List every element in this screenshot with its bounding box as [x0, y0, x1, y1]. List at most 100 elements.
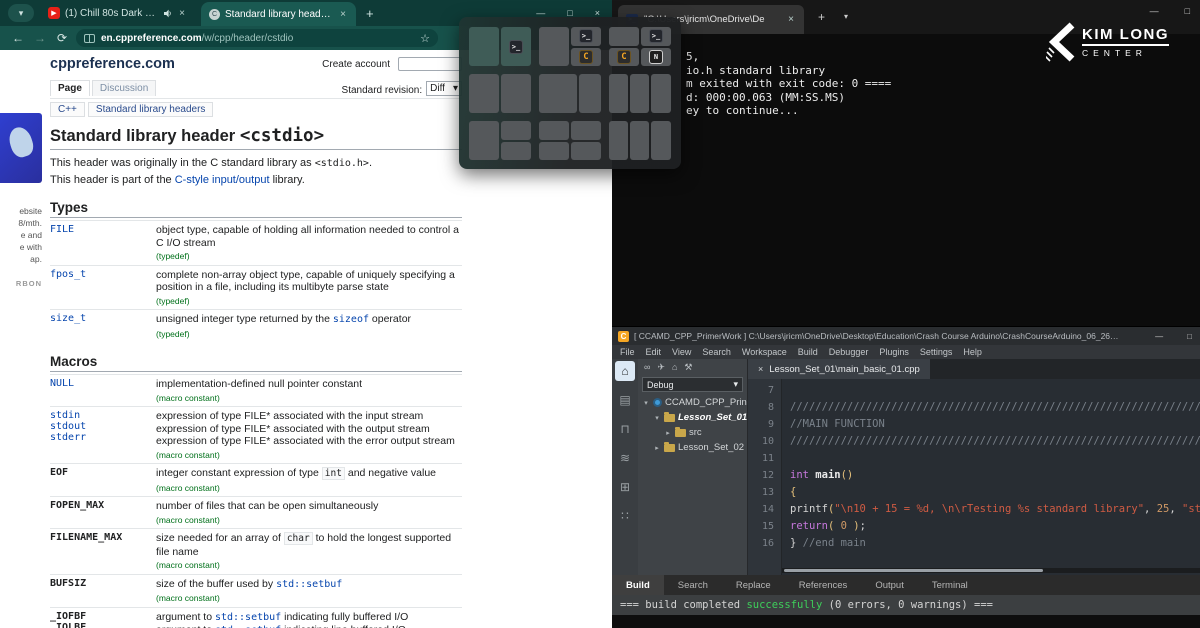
- expand-chevron-icon[interactable]: ▾: [642, 399, 650, 407]
- layers-icon[interactable]: ≋: [615, 448, 635, 468]
- browser-tab-cppreference[interactable]: C Standard library header <cstdio ×: [201, 2, 356, 26]
- collapse-home-icon[interactable]: ⌂: [672, 362, 677, 373]
- folder-icon[interactable]: ▤: [615, 390, 635, 410]
- snap-layout-option-3[interactable]: >_CN: [609, 27, 671, 66]
- snap-zone[interactable]: [630, 121, 649, 160]
- tab-search-button[interactable]: ▾: [8, 4, 34, 22]
- tree-item-lesson_set_02[interactable]: ▸Lesson_Set_02: [638, 440, 747, 455]
- bottom-tab-build[interactable]: Build: [612, 575, 664, 595]
- address-bar[interactable]: en.cppreference.com/w/cpp/header/cstdio …: [76, 29, 438, 47]
- menu-file[interactable]: File: [620, 347, 635, 357]
- terminal-dropdown-icon[interactable]: ▾: [844, 12, 848, 21]
- snap-zone[interactable]: [609, 121, 628, 160]
- close-tab-icon[interactable]: ×: [338, 9, 348, 20]
- snap-zone[interactable]: C: [609, 48, 639, 67]
- snap-layout-option-4[interactable]: [469, 74, 531, 113]
- snap-zone[interactable]: [501, 74, 531, 113]
- breadcrumb-headers[interactable]: Standard library headers: [88, 102, 214, 117]
- snap-layout-option-1[interactable]: >_: [469, 27, 531, 66]
- browser-tab-youtube[interactable]: ▶ (1) Chill 80s Dark Fantas ×: [40, 1, 195, 25]
- std-revision-select[interactable]: Diff ▾: [426, 81, 462, 96]
- snap-zone[interactable]: [539, 27, 569, 66]
- symbol-name[interactable]: stdout: [50, 421, 156, 432]
- expand-chevron-icon[interactable]: ▸: [653, 444, 661, 452]
- snap-zone[interactable]: >_: [501, 27, 531, 66]
- snap-zone[interactable]: [539, 74, 577, 113]
- hierarchy-icon[interactable]: ⊞: [615, 477, 635, 497]
- snap-layout-option-5[interactable]: [539, 74, 601, 113]
- snap-zone[interactable]: N: [641, 48, 671, 67]
- snap-zone[interactable]: [539, 142, 569, 161]
- scrollbar-thumb[interactable]: [784, 569, 1043, 572]
- menu-edit[interactable]: Edit: [646, 347, 662, 357]
- symbol-name[interactable]: fpos_t: [50, 269, 156, 280]
- site-info-icon[interactable]: [84, 34, 95, 43]
- editor-tab[interactable]: × Lesson_Set_01\main_basic_01.cpp: [748, 359, 930, 379]
- tree-item-ccamd_cpp_prin[interactable]: ▾CCAMD_CPP_Prin: [638, 395, 747, 410]
- symbol-name[interactable]: size_t: [50, 313, 156, 324]
- snap-zone[interactable]: [579, 74, 601, 113]
- tab-discussion[interactable]: Discussion: [92, 80, 156, 96]
- refactor-icon[interactable]: ∷: [615, 506, 635, 526]
- snap-layout-option-7[interactable]: [469, 121, 531, 160]
- bookmark-star-icon[interactable]: ☆: [420, 32, 430, 45]
- close-tab-icon[interactable]: ×: [786, 14, 796, 25]
- symbol-name[interactable]: stdin: [50, 410, 156, 421]
- bottom-tab-replace[interactable]: Replace: [722, 575, 785, 595]
- snap-zone[interactable]: [651, 121, 671, 160]
- snap-layout-option-9[interactable]: [609, 121, 671, 160]
- snap-zone[interactable]: [469, 121, 499, 160]
- snap-zone[interactable]: [630, 74, 649, 113]
- build-config-select[interactable]: Debug ▾: [642, 377, 743, 392]
- breadcrumb-cpp[interactable]: C++: [50, 102, 85, 117]
- bottom-tab-terminal[interactable]: Terminal: [918, 575, 982, 595]
- ad-image[interactable]: [0, 113, 42, 183]
- snap-zone[interactable]: [571, 121, 601, 140]
- symbol-name[interactable]: FILE: [50, 224, 156, 235]
- send-icon[interactable]: ✈: [657, 362, 665, 373]
- terminal-output[interactable]: 5,io.h standard librarym exited with exi…: [612, 34, 1200, 326]
- forward-button[interactable]: →: [32, 31, 48, 45]
- build-settings-icon[interactable]: ⚒: [684, 362, 692, 373]
- minimize-button[interactable]: —: [1150, 6, 1159, 16]
- bottom-tab-search[interactable]: Search: [664, 575, 722, 595]
- close-file-icon[interactable]: ×: [758, 364, 763, 374]
- close-tab-icon[interactable]: ×: [177, 8, 187, 19]
- snap-layout-option-6[interactable]: [609, 74, 671, 113]
- carbon-ad[interactable]: ebsite8/mth.e ande withap. RBON: [0, 113, 46, 288]
- expand-chevron-icon[interactable]: ▸: [664, 429, 672, 437]
- maximize-button[interactable]: □: [1187, 332, 1192, 341]
- tab-page[interactable]: Page: [50, 80, 90, 96]
- code-editor[interactable]: ////////////////////////////////////////…: [782, 379, 1200, 575]
- snap-layout-option-8[interactable]: [539, 121, 601, 160]
- snap-zone[interactable]: [469, 74, 499, 113]
- bottom-tab-references[interactable]: References: [785, 575, 862, 595]
- link-editor-icon[interactable]: ∞: [644, 362, 650, 373]
- menu-help[interactable]: Help: [963, 347, 982, 357]
- new-tab-button[interactable]: +: [366, 6, 374, 21]
- horizontal-scrollbar[interactable]: [782, 568, 1200, 573]
- menu-settings[interactable]: Settings: [920, 347, 953, 357]
- maximize-button[interactable]: □: [1185, 6, 1190, 16]
- snap-layout-option-2[interactable]: >_C: [539, 27, 601, 66]
- inline-link[interactable]: C-style input/output: [175, 174, 270, 186]
- site-search-input[interactable]: [398, 57, 462, 71]
- bottom-tab-output[interactable]: Output: [861, 575, 918, 595]
- new-terminal-tab-button[interactable]: +: [818, 10, 825, 24]
- back-button[interactable]: ←: [10, 31, 26, 45]
- menu-debugger[interactable]: Debugger: [829, 347, 869, 357]
- menu-view[interactable]: View: [672, 347, 691, 357]
- tree-item-src[interactable]: ▸src: [638, 425, 747, 440]
- snap-zone[interactable]: >_: [641, 27, 671, 46]
- symbol-name[interactable]: NULL: [50, 378, 156, 389]
- outline-icon[interactable]: ⊓: [615, 419, 635, 439]
- snap-zone[interactable]: [609, 27, 639, 46]
- site-logo[interactable]: cppreference.com: [50, 56, 175, 72]
- snap-zone[interactable]: [539, 121, 569, 140]
- tree-item-lesson_set_01[interactable]: ▾Lesson_Set_01: [638, 410, 747, 425]
- snap-zone[interactable]: [469, 27, 499, 66]
- menu-search[interactable]: Search: [702, 347, 731, 357]
- snap-zone[interactable]: >_: [571, 27, 601, 46]
- home-icon[interactable]: ⌂: [615, 361, 635, 381]
- snap-zone[interactable]: [501, 142, 531, 161]
